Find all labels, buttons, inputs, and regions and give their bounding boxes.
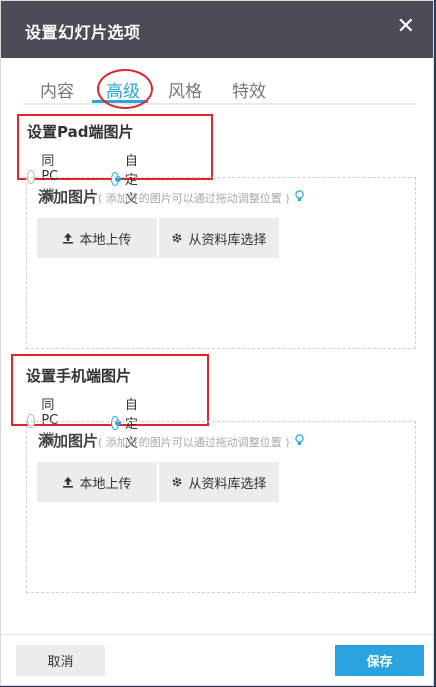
- dialog-footer: 取消 保存: [1, 634, 433, 687]
- mobile-section-title: 设置手机端图片: [26, 367, 132, 385]
- mobile-local-upload-button[interactable]: 本地上传: [37, 462, 157, 502]
- close-icon[interactable]: ✕: [397, 15, 415, 39]
- gear-icon: [173, 233, 182, 243]
- gear-icon: [173, 477, 182, 487]
- add-image-hint: ( 添加好的图片可以通过拖动调整位置 ): [98, 192, 290, 205]
- tab-advanced[interactable]: 高级: [106, 77, 140, 102]
- library-label: 从资料库选择: [188, 232, 267, 248]
- lightbulb-icon: [295, 434, 304, 449]
- dialog-title: 设置幻灯片选项: [25, 23, 141, 42]
- cancel-button[interactable]: 取消: [16, 645, 105, 676]
- pad-section-title: 设置Pad端图片: [27, 123, 134, 141]
- upload-icon: [63, 477, 74, 488]
- tab-content[interactable]: 内容: [40, 77, 74, 102]
- library-label: 从资料库选择: [188, 476, 267, 492]
- tab-effects[interactable]: 特效: [232, 77, 266, 102]
- upload-icon: [63, 233, 74, 244]
- tab-bar: 内容 高级 风格 特效: [23, 71, 416, 105]
- mobile-image-dropzone[interactable]: 添加图片( 添加好的图片可以通过拖动调整位置 ) 本地上传 从资料库选择: [26, 421, 416, 593]
- lightbulb-icon: [295, 190, 304, 205]
- tab-style[interactable]: 风格: [168, 77, 202, 102]
- add-image-hint: ( 添加好的图片可以通过拖动调整位置 ): [98, 436, 290, 449]
- upload-label: 本地上传: [79, 476, 132, 492]
- mobile-add-image-title: 添加图片( 添加好的图片可以通过拖动调整位置 ): [38, 430, 304, 451]
- pad-local-upload-button[interactable]: 本地上传: [37, 218, 157, 258]
- dialog-titlebar: 设置幻灯片选项 ✕: [1, 1, 433, 58]
- add-image-label: 添加图片: [38, 432, 99, 450]
- mobile-library-select-button[interactable]: 从资料库选择: [159, 462, 279, 502]
- pad-add-image-title: 添加图片( 添加好的图片可以通过拖动调整位置 ): [38, 186, 304, 207]
- upload-label: 本地上传: [79, 232, 132, 248]
- add-image-label: 添加图片: [38, 188, 99, 206]
- pad-image-dropzone[interactable]: 添加图片( 添加好的图片可以通过拖动调整位置 ) 本地上传 从资料库选择: [26, 177, 416, 349]
- save-button[interactable]: 保存: [335, 645, 424, 676]
- active-tab-indicator: [92, 100, 148, 103]
- slide-options-dialog: 设置幻灯片选项 ✕ 内容 高级 风格 特效 设置Pad端图片 同PC端 自定义 …: [0, 0, 434, 686]
- pad-library-select-button[interactable]: 从资料库选择: [159, 218, 279, 258]
